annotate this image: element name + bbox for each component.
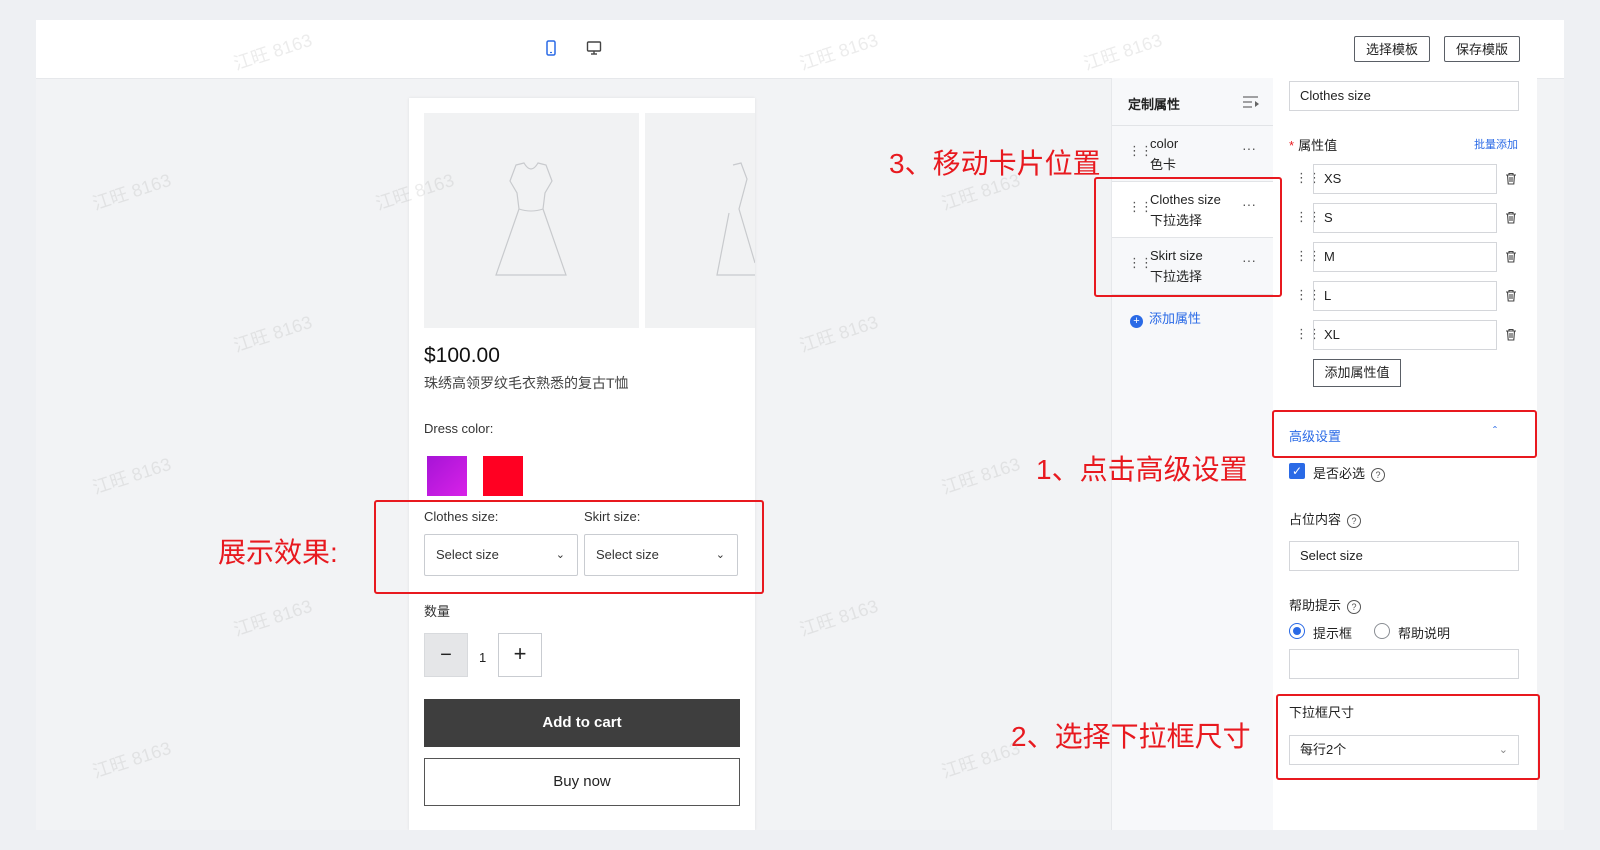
highlight-dropdown-size: [1276, 694, 1540, 780]
watermark: 江旺 8163: [90, 453, 174, 498]
quantity-value: 1: [479, 650, 487, 665]
watermark: 江旺 8163: [231, 311, 315, 356]
watermark: 江旺 8163: [797, 311, 881, 356]
add-attribute-button[interactable]: + 添加属性: [1130, 308, 1201, 328]
product-image-next[interactable]: [645, 113, 755, 328]
help-hint-label: 帮助提示?: [1289, 595, 1362, 614]
radio-help-text[interactable]: [1374, 623, 1390, 639]
highlight-attribute-cards: [1094, 177, 1282, 297]
more-icon[interactable]: ···: [1242, 140, 1256, 156]
attribute-value-input[interactable]: M: [1313, 242, 1497, 272]
trash-icon[interactable]: [1505, 172, 1517, 185]
radio-dot: [1293, 627, 1301, 635]
quantity-label: 数量: [424, 604, 451, 619]
product-image-main[interactable]: [424, 113, 639, 328]
attribute-type: 色卡: [1150, 157, 1177, 172]
add-to-cart-button[interactable]: Add to cart: [424, 699, 740, 747]
save-template-button[interactable]: 保存模版: [1444, 36, 1520, 62]
attribute-card-color[interactable]: ⋮⋮ color 色卡 ···: [1112, 125, 1274, 182]
watermark: 江旺 8163: [90, 169, 174, 214]
placeholder-input[interactable]: Select size: [1289, 541, 1519, 571]
product-name: 珠绣高领罗纹毛衣熟悉的复古T恤: [424, 375, 629, 391]
trash-icon[interactable]: [1505, 328, 1517, 341]
watermark: 江旺 8163: [231, 595, 315, 640]
product-price: $100.00: [424, 344, 500, 367]
required-star: *: [1289, 138, 1295, 153]
quantity-increase-button[interactable]: +: [498, 633, 542, 677]
required-checkbox[interactable]: ✓: [1289, 463, 1305, 479]
desktop-icon[interactable]: [586, 40, 602, 56]
mobile-icon[interactable]: [543, 40, 559, 56]
radio-tooltip[interactable]: [1289, 623, 1305, 639]
watermark: 江旺 8163: [797, 595, 881, 640]
attribute-value-input[interactable]: S: [1313, 203, 1497, 233]
watermark: 江旺 8163: [90, 737, 174, 782]
color-swatch-purple[interactable]: [427, 456, 467, 496]
quantity-decrease-button[interactable]: −: [424, 633, 468, 677]
drag-handle-icon[interactable]: ⋮⋮: [1128, 143, 1153, 159]
annotation-step2: 2、选择下拉框尺寸: [1011, 721, 1251, 752]
dress-color-label: Dress color:: [424, 421, 494, 436]
highlight-advanced-settings: [1272, 410, 1537, 458]
add-attribute-label: 添加属性: [1149, 311, 1202, 326]
trash-icon[interactable]: [1505, 250, 1517, 263]
highlight-preview-selects: [374, 500, 764, 594]
help-hint-label-text: 帮助提示: [1289, 598, 1342, 613]
product-preview: $100.00 珠绣高领罗纹毛衣熟悉的复古T恤 Dress color: Clo…: [409, 98, 755, 830]
custom-attributes-title: 定制属性: [1128, 97, 1181, 112]
select-template-button[interactable]: 选择模板: [1354, 36, 1430, 62]
dress-icon: [495, 162, 567, 276]
annotation-step1: 1、点击高级设置: [1036, 454, 1248, 485]
annotation-step3: 3、移动卡片位置: [889, 148, 1101, 179]
attribute-values-label: * 属性值: [1289, 135, 1337, 154]
editor-frame: 选择模板 保存模版 $100.00 珠绣高领罗纹毛衣熟悉的复古T恤 Dress …: [36, 20, 1564, 830]
watermark: 江旺 8163: [939, 453, 1023, 498]
help-text-input[interactable]: [1289, 649, 1519, 679]
placeholder-label: 占位内容?: [1289, 509, 1362, 528]
plus-circle-icon: +: [1130, 315, 1143, 328]
attribute-values-text: 属性值: [1298, 138, 1338, 153]
bulk-add-link[interactable]: 批量添加: [1474, 136, 1518, 152]
help-icon[interactable]: ?: [1371, 468, 1386, 482]
annotation-preview-effect: 展示效果:: [218, 537, 338, 568]
radio-help-text-label: 帮助说明: [1398, 626, 1451, 641]
attribute-value-input[interactable]: L: [1313, 281, 1497, 311]
trash-icon[interactable]: [1505, 211, 1517, 224]
placeholder-label-text: 占位内容: [1289, 512, 1342, 527]
sort-list-icon[interactable]: [1243, 96, 1259, 109]
top-toolbar: 选择模板 保存模版: [36, 20, 1564, 79]
attribute-value-input[interactable]: XS: [1313, 164, 1497, 194]
add-value-button[interactable]: 添加属性值: [1313, 359, 1401, 387]
buy-now-button[interactable]: Buy now: [424, 758, 740, 806]
help-icon[interactable]: ?: [1347, 600, 1362, 614]
attribute-name-input[interactable]: Clothes size: [1289, 81, 1519, 111]
attribute-value-input[interactable]: XL: [1313, 320, 1497, 350]
radio-tooltip-label: 提示框: [1313, 626, 1353, 641]
color-swatch-red[interactable]: [483, 456, 523, 496]
dress-icon: [716, 162, 755, 276]
required-checkbox-label: 是否必选?: [1313, 463, 1386, 482]
trash-icon[interactable]: [1505, 289, 1517, 302]
attribute-name: color: [1150, 136, 1179, 151]
required-checkbox-text: 是否必选: [1313, 466, 1366, 481]
help-icon[interactable]: ?: [1347, 514, 1362, 528]
